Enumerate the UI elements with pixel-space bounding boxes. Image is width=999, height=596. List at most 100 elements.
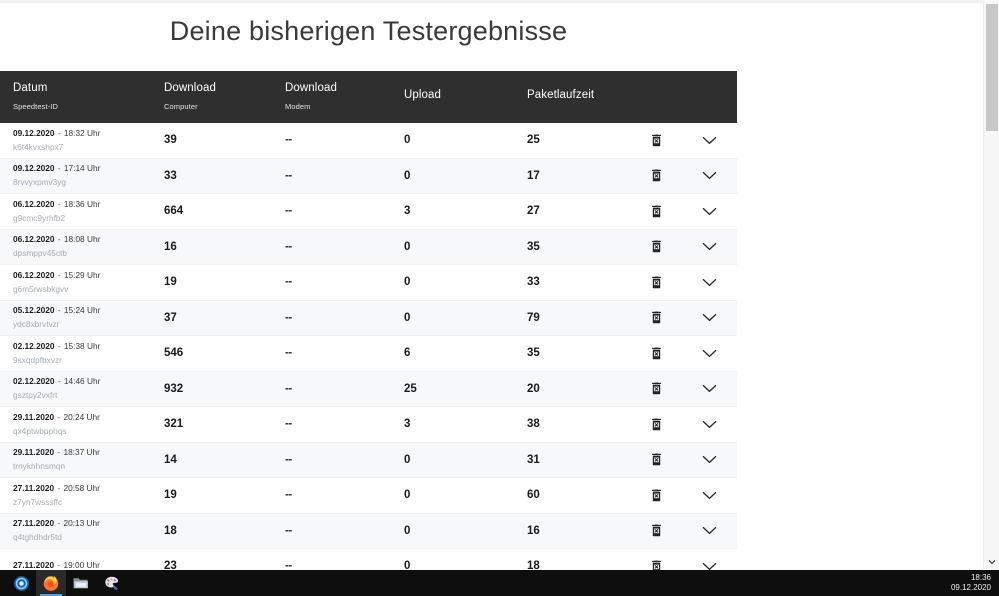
- table-body: 09.12.2020 - 18:32 Uhr k6t4kvxshpx7 39 -- 0 2…: [0, 123, 737, 570]
- table-row[interactable]: 29.11.2020 - 20:24 Uhr qx4ptwbpphqs 321 -- 3…: [0, 407, 737, 443]
- row-download-modem: --: [285, 347, 292, 360]
- table-row[interactable]: 02.12.2020 - 14:46 Uhr gsztpy2vxfrt 932 -- 2…: [0, 371, 737, 407]
- column-header-download-modem: Download Modem: [285, 81, 404, 113]
- row-speedtest-id: k6t4kvxshpx7: [13, 141, 64, 152]
- row-paketlaufzeit: 31: [527, 453, 540, 466]
- row-date: 06.12.2020 - 18:08 Uhr: [13, 234, 101, 245]
- trash-icon[interactable]: [646, 484, 668, 506]
- row-date: 27.11.2020 - 20:58 Uhr: [13, 482, 100, 493]
- trash-icon[interactable]: [646, 165, 668, 187]
- table-row[interactable]: 06.12.2020 - 15:29 Uhr g6m5rwsbkgvv 19 -- 0 3…: [0, 265, 737, 301]
- results-table: Datum Speedtest-ID Download Computer Dow…: [0, 71, 737, 570]
- row-delete-cell: [630, 555, 683, 570]
- table-row[interactable]: 02.12.2020 - 15:38 Uhr 9sxqdpfbxvzr 546 -- 6…: [0, 336, 737, 372]
- row-download-computer: 37: [164, 311, 177, 324]
- row-expand-cell: [683, 236, 736, 258]
- table-row[interactable]: 06.12.2020 - 18:36 Uhr g9cmc9yrhfb2 664 -- 3…: [0, 194, 737, 230]
- row-delete-cell: [630, 271, 683, 293]
- chevron-down-icon[interactable]: [699, 271, 721, 293]
- page-scrollbar[interactable]: [983, 0, 999, 570]
- scrollbar-thumb[interactable]: [986, 4, 998, 131]
- chevron-down-icon[interactable]: [699, 307, 721, 329]
- row-date-cell: 27.11.2020 - 19:00 Uhr: [13, 560, 164, 570]
- chevron-down-icon[interactable]: [699, 484, 721, 506]
- row-download-computer: 546: [164, 347, 184, 360]
- taskbar-paint-icon[interactable]: [96, 570, 126, 596]
- table-row[interactable]: 27.11.2020 - 20:58 Uhr z7yn7wsssffc 19 -- 0 6…: [0, 478, 737, 514]
- page-title: Deine bisherigen Testergebnisse: [169, 16, 568, 46]
- row-speedtest-id: g9cmc9yrhfb2: [13, 212, 66, 223]
- chevron-down-icon[interactable]: [699, 165, 721, 187]
- row-date: 02.12.2020 - 14:46 Uhr: [13, 376, 101, 387]
- chevron-down-icon[interactable]: [699, 378, 721, 400]
- trash-icon[interactable]: [646, 236, 668, 258]
- row-download-computer: 39: [164, 134, 177, 147]
- trash-icon[interactable]: [646, 413, 668, 435]
- row-download-computer: 19: [164, 489, 177, 502]
- row-speedtest-id: qx4ptwbpphqs: [13, 425, 67, 436]
- row-date-cell: 05.12.2020 - 15:24 Uhr ydc8xbrvtvzr: [13, 305, 164, 330]
- column-header-download-modem-label: Download: [285, 82, 337, 94]
- row-delete-cell: [630, 236, 683, 258]
- table-row[interactable]: 09.12.2020 - 17:14 Uhr 8rvvyxpmv3yg 33 -- 0 1…: [0, 158, 737, 194]
- chevron-down-icon[interactable]: [699, 236, 721, 258]
- row-download-modem: --: [285, 418, 292, 431]
- row-upload: 6: [404, 347, 411, 360]
- row-date: 09.12.2020 - 18:32 Uhr: [13, 127, 101, 138]
- row-date: 29.11.2020 - 18:37 Uhr: [13, 447, 100, 458]
- table-row[interactable]: 05.12.2020 - 15:24 Uhr ydc8xbrvtvzr 37 -- 0 7…: [0, 300, 737, 336]
- chevron-down-icon[interactable]: [699, 449, 721, 471]
- row-download-computer: 321: [164, 418, 184, 431]
- windows-taskbar: 18:36 09.12.2020: [0, 570, 999, 596]
- trash-icon[interactable]: [646, 271, 668, 293]
- row-paketlaufzeit: 25: [527, 134, 540, 147]
- row-speedtest-id: g6m5rwsbkgvv: [13, 283, 69, 294]
- taskbar-file-explorer-icon[interactable]: [66, 570, 96, 596]
- row-date: 05.12.2020 - 15:24 Uhr: [13, 305, 101, 316]
- trash-icon[interactable]: [646, 378, 668, 400]
- row-speedtest-id: 9sxqdpfbxvzr: [13, 354, 62, 365]
- row-download-computer: 14: [164, 453, 177, 466]
- row-expand-cell: [683, 342, 736, 364]
- row-upload: 0: [404, 276, 411, 289]
- taskbar-firefox-icon[interactable]: [36, 570, 66, 596]
- trash-icon[interactable]: [646, 449, 668, 471]
- trash-icon[interactable]: [646, 129, 668, 151]
- row-expand-cell: [683, 307, 736, 329]
- row-date-cell: 06.12.2020 - 15:29 Uhr g6m5rwsbkgvv: [13, 270, 164, 295]
- row-date-cell: 06.12.2020 - 18:36 Uhr g9cmc9yrhfb2: [13, 199, 164, 224]
- row-speedtest-id: gsztpy2vxfrt: [13, 390, 58, 401]
- scrollbar-down-arrow-icon[interactable]: [984, 554, 999, 570]
- table-row[interactable]: 27.11.2020 - 20:13 Uhr q4tghdhdr5td 18 -- 0 1…: [0, 513, 737, 549]
- chevron-down-icon[interactable]: [699, 129, 721, 151]
- row-paketlaufzeit: 60: [527, 489, 540, 502]
- chevron-down-icon[interactable]: [699, 413, 721, 435]
- trash-icon[interactable]: [646, 555, 668, 570]
- chevron-down-icon[interactable]: [699, 342, 721, 364]
- row-delete-cell: [630, 378, 683, 400]
- table-row[interactable]: 29.11.2020 - 18:37 Uhr trnyknhnsmqn 14 -- 0 3…: [0, 442, 737, 478]
- taskbar-cortana-icon[interactable]: [6, 570, 36, 596]
- chevron-down-icon[interactable]: [699, 520, 721, 542]
- trash-icon[interactable]: [646, 520, 668, 542]
- row-download-computer: 16: [164, 240, 177, 253]
- row-download-modem: --: [285, 382, 292, 395]
- trash-icon[interactable]: [646, 307, 668, 329]
- row-paketlaufzeit: 27: [527, 205, 540, 218]
- row-delete-cell: [630, 307, 683, 329]
- table-row[interactable]: 27.11.2020 - 19:00 Uhr 23 -- 0 18: [0, 549, 737, 570]
- column-header-paketlaufzeit-label: Paketlaufzeit: [527, 88, 595, 101]
- row-paketlaufzeit: 38: [527, 418, 540, 431]
- chevron-down-icon[interactable]: [699, 555, 721, 570]
- row-download-computer: 932: [164, 382, 184, 395]
- column-header-datum-label: Datum: [13, 82, 48, 94]
- row-date: 09.12.2020 - 17:14 Uhr: [13, 163, 101, 174]
- trash-icon[interactable]: [646, 200, 668, 222]
- table-row[interactable]: 09.12.2020 - 18:32 Uhr k6t4kvxshpx7 39 -- 0 2…: [0, 123, 737, 159]
- table-row[interactable]: 06.12.2020 - 18:08 Uhr dpsmppv45ctb 16 -- 0 3…: [0, 229, 737, 265]
- row-download-modem: --: [285, 489, 292, 502]
- trash-icon[interactable]: [646, 342, 668, 364]
- taskbar-clock[interactable]: 18:36 09.12.2020: [951, 573, 991, 593]
- chevron-down-icon[interactable]: [699, 200, 721, 222]
- row-upload: 0: [404, 169, 411, 182]
